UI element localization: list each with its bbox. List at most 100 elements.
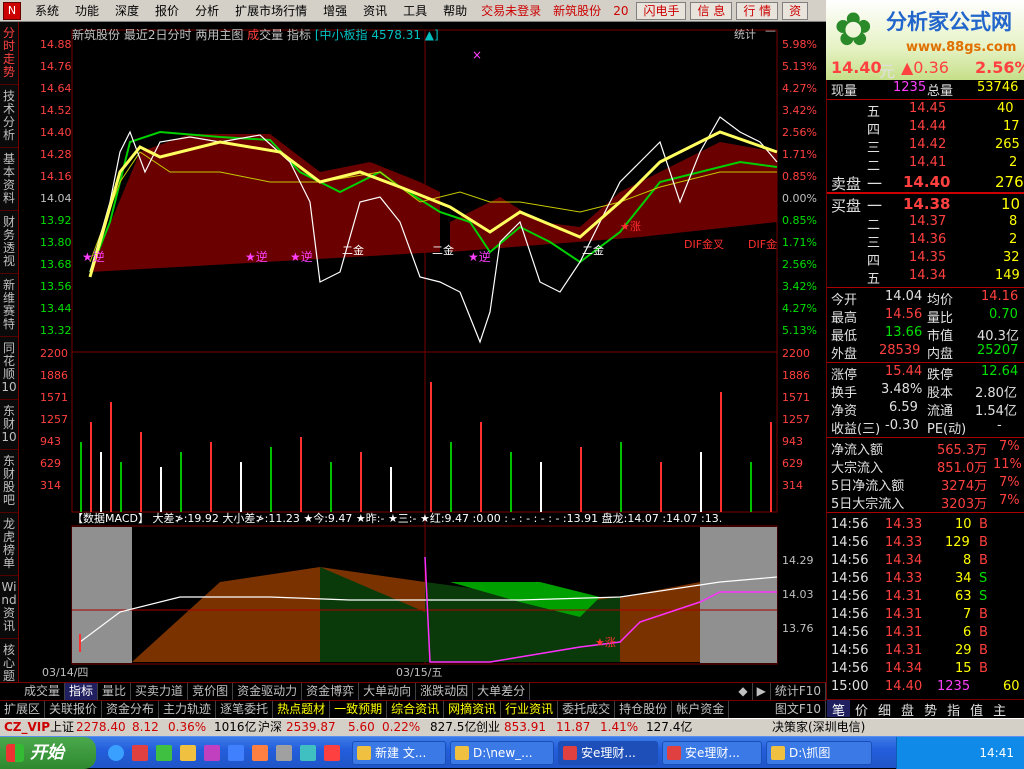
left-tab-wind[interactable]: Wind资讯 — [0, 576, 18, 639]
sell-level-3[interactable]: 三 14.42 265 — [827, 137, 1024, 156]
tab-web-news[interactable]: 网摘资讯 — [444, 701, 502, 718]
tab-holdings[interactable]: 持仓股份 — [615, 701, 673, 718]
quote-tab[interactable]: 值 — [965, 700, 988, 719]
left-tab-dragon-tiger[interactable]: 龙虎榜单 — [0, 513, 18, 576]
tab-capital-game[interactable]: 资金博弈 — [302, 683, 360, 700]
menu-help[interactable]: 帮助 — [435, 2, 475, 19]
quote-tab[interactable]: 细 — [873, 700, 896, 719]
sell-level-5[interactable]: 五 14.45 40 — [827, 101, 1024, 120]
left-tab-guba[interactable]: 东财股吧 — [0, 450, 18, 513]
quicklaunch-icon[interactable] — [204, 745, 220, 761]
sell-level-1[interactable]: 卖盘一 14.40 276 — [827, 173, 1024, 193]
tab-account-funds[interactable]: 帐户资金 — [672, 701, 730, 718]
tab-orders-deals[interactable]: 委托成交 — [558, 701, 616, 718]
tab-scroll-icon[interactable]: ◆ — [734, 683, 753, 700]
task-app-2[interactable]: 安e理财... — [662, 741, 762, 765]
quicklaunch-icon[interactable] — [228, 745, 244, 761]
tab-general-news[interactable]: 综合资讯 — [387, 701, 445, 718]
chart-main-type[interactable]: 两用主图 — [195, 28, 243, 42]
chart-stats-button[interactable]: 统计 — [734, 26, 756, 42]
left-tab-technical[interactable]: 技术分析 — [0, 85, 18, 148]
menu-extended-market[interactable]: 扩展市场行情 — [227, 2, 315, 19]
quote-tab[interactable]: 笔 — [827, 700, 851, 719]
task-folder-capture[interactable]: D:\抓图 — [766, 741, 872, 765]
left-tab-fundamentals[interactable]: 基本资料 — [0, 148, 18, 211]
tray-clock[interactable]: 14:41 — [979, 746, 1014, 760]
left-tab-financials[interactable]: 财务透视 — [0, 211, 18, 274]
tab-auction-chart[interactable]: 竞价图 — [188, 683, 234, 700]
task-folder-new[interactable]: D:\new_... — [450, 741, 554, 765]
tab-graphic-f10[interactable]: 图文F10 — [771, 701, 826, 718]
quote-tab[interactable]: 盘 — [896, 700, 919, 719]
quote-tab[interactable]: 价 — [850, 700, 873, 719]
quicklaunch-icon[interactable] — [324, 745, 340, 761]
chart-minimize-icon[interactable]: — — [765, 24, 776, 37]
left-tab-intraday[interactable]: 分时走势 — [0, 22, 18, 85]
tab-related-quotes[interactable]: 关联报价 — [45, 701, 103, 718]
sh-label[interactable]: 上证 — [50, 719, 74, 736]
quote-tab[interactable]: 主 — [988, 700, 1011, 719]
tab-extension[interactable]: 扩展区 — [0, 701, 46, 718]
trade-login-status[interactable]: 交易未登录 — [475, 2, 547, 19]
menu-quote[interactable]: 报价 — [147, 2, 187, 19]
tab-volume-ratio[interactable]: 量比 — [98, 683, 132, 700]
tab-volume[interactable]: 成交量 — [20, 683, 66, 700]
start-button[interactable]: 开始 — [0, 737, 96, 769]
chart-volume-label-a[interactable]: 成 — [247, 28, 259, 42]
tab-price-cause[interactable]: 涨跌动因 — [416, 683, 474, 700]
sz-label[interactable]: 沪深 — [258, 719, 282, 736]
tab-next-icon[interactable]: ▶ — [753, 683, 771, 700]
menu-enhance[interactable]: 增强 — [315, 2, 355, 19]
tab-capital-distribution[interactable]: 资金分布 — [102, 701, 160, 718]
news-button[interactable]: 资 — [782, 1, 809, 20]
quote-tab[interactable]: 势 — [919, 700, 942, 719]
left-tab-dc10[interactable]: 东财10 — [0, 400, 18, 450]
ie-icon[interactable] — [108, 745, 124, 761]
task-app-1[interactable]: 安e理财... — [558, 741, 658, 765]
menu-depth[interactable]: 深度 — [107, 2, 147, 19]
tab-capital-drive[interactable]: 资金驱动力 — [233, 683, 303, 700]
sell-level-4[interactable]: 四 14.44 17 — [827, 119, 1024, 138]
tab-main-track[interactable]: 主力轨迹 — [159, 701, 217, 718]
tab-consensus[interactable]: 一致预期 — [330, 701, 388, 718]
quicklaunch-icon[interactable] — [252, 745, 268, 761]
quote-tab[interactable]: 指 — [942, 700, 965, 719]
menu-function[interactable]: 功能 — [67, 2, 107, 19]
buy-level-3[interactable]: 三 14.36 2 — [827, 232, 1024, 251]
tab-large-order-flow[interactable]: 大单动向 — [359, 683, 417, 700]
menu-analysis[interactable]: 分析 — [187, 2, 227, 19]
quicklaunch-icon[interactable] — [276, 745, 292, 761]
buy-level-1[interactable]: 买盘一 14.38 10 — [827, 195, 1024, 215]
tab-buy-sell-force[interactable]: 买卖力道 — [131, 683, 189, 700]
intraday-chart-area[interactable]: 新筑股份 最近2日分时 两用主图 成交量 指标 [中小板指 4578.31 ▲]… — [20, 22, 826, 682]
tab-industry-news[interactable]: 行业资讯 — [501, 701, 559, 718]
market-button[interactable]: 行 情 — [736, 1, 779, 20]
chart-period[interactable]: 最近2日分时 — [124, 28, 192, 42]
chart-volume-label-b[interactable]: 交量 — [259, 28, 283, 42]
tab-order-detail[interactable]: 逐笔委托 — [216, 701, 274, 718]
left-tab-newvision[interactable]: 新维赛特 — [0, 274, 18, 337]
macd-name[interactable]: 【数据MACD】 — [72, 512, 149, 525]
sell-level-2[interactable]: 二 14.41 2 — [827, 155, 1024, 174]
server-name[interactable]: 决策家(深圳电信) — [772, 719, 865, 736]
quicklaunch-icon[interactable] — [132, 745, 148, 761]
menu-system[interactable]: 系统 — [27, 2, 67, 19]
stock-name-link[interactable]: 新筑股份 — [547, 2, 607, 19]
chart-indicator-label[interactable]: 指标 — [287, 28, 311, 42]
info-button[interactable]: 信 息 — [690, 1, 733, 20]
quicklaunch-icon[interactable] — [180, 745, 196, 761]
app-icon[interactable]: N — [3, 1, 21, 20]
task-new-text[interactable]: 新建 文... — [352, 741, 446, 765]
cy-label[interactable]: 创业 — [476, 719, 500, 736]
tab-stats-f10[interactable]: 统计F10 — [771, 683, 826, 700]
buy-level-5[interactable]: 五 14.34 149 — [827, 268, 1024, 287]
left-tab-ths10[interactable]: 同花顺10 — [0, 337, 18, 400]
menu-info[interactable]: 资讯 — [355, 2, 395, 19]
tab-large-order-diff[interactable]: 大单差分 — [473, 683, 531, 700]
tab-hot-topics[interactable]: 热点题材 — [273, 701, 331, 718]
quicklaunch-icon[interactable] — [156, 745, 172, 761]
quicklaunch-icon[interactable] — [300, 745, 316, 761]
flash-trade-button[interactable]: 闪电手 — [636, 1, 687, 20]
buy-level-2[interactable]: 二 14.37 8 — [827, 214, 1024, 233]
menu-tools[interactable]: 工具 — [395, 2, 435, 19]
